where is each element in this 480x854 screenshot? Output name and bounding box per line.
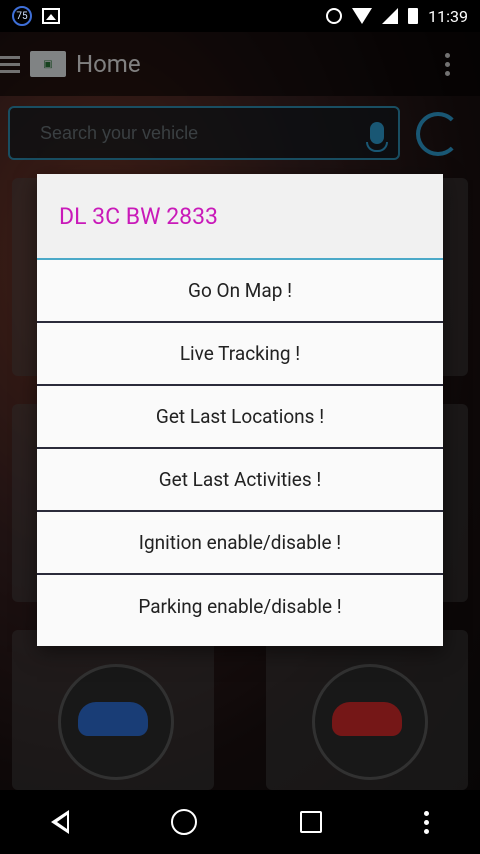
recent-apps-icon[interactable] <box>299 811 322 833</box>
more-icon[interactable] <box>423 810 429 834</box>
status-bar: 75 11:39 <box>0 0 480 32</box>
live-tracking-button[interactable]: Live Tracking ! <box>37 323 443 386</box>
battery-icon <box>408 8 419 24</box>
alarm-icon <box>326 8 343 24</box>
notification-count: 75 <box>16 10 28 22</box>
dialog-title: DL 3C BW 2833 <box>37 174 443 260</box>
go-on-map-button[interactable]: Go On Map ! <box>37 260 443 323</box>
clock: 11:39 <box>428 6 468 26</box>
ignition-toggle-button[interactable]: Ignition enable/disable ! <box>37 512 443 575</box>
get-last-locations-button[interactable]: Get Last Locations ! <box>37 386 443 449</box>
navigation-bar <box>0 790 480 854</box>
get-last-activities-button[interactable]: Get Last Activities ! <box>37 449 443 512</box>
parking-toggle-button[interactable]: Parking enable/disable ! <box>37 575 443 638</box>
notification-badge: 75 <box>12 6 32 26</box>
back-icon[interactable] <box>51 810 70 834</box>
wifi-icon <box>352 8 373 24</box>
home-icon[interactable] <box>171 809 198 835</box>
image-icon <box>42 8 60 24</box>
vehicle-options-dialog: DL 3C BW 2833 Go On Map ! Live Tracking … <box>37 174 443 646</box>
signal-icon <box>382 8 399 24</box>
